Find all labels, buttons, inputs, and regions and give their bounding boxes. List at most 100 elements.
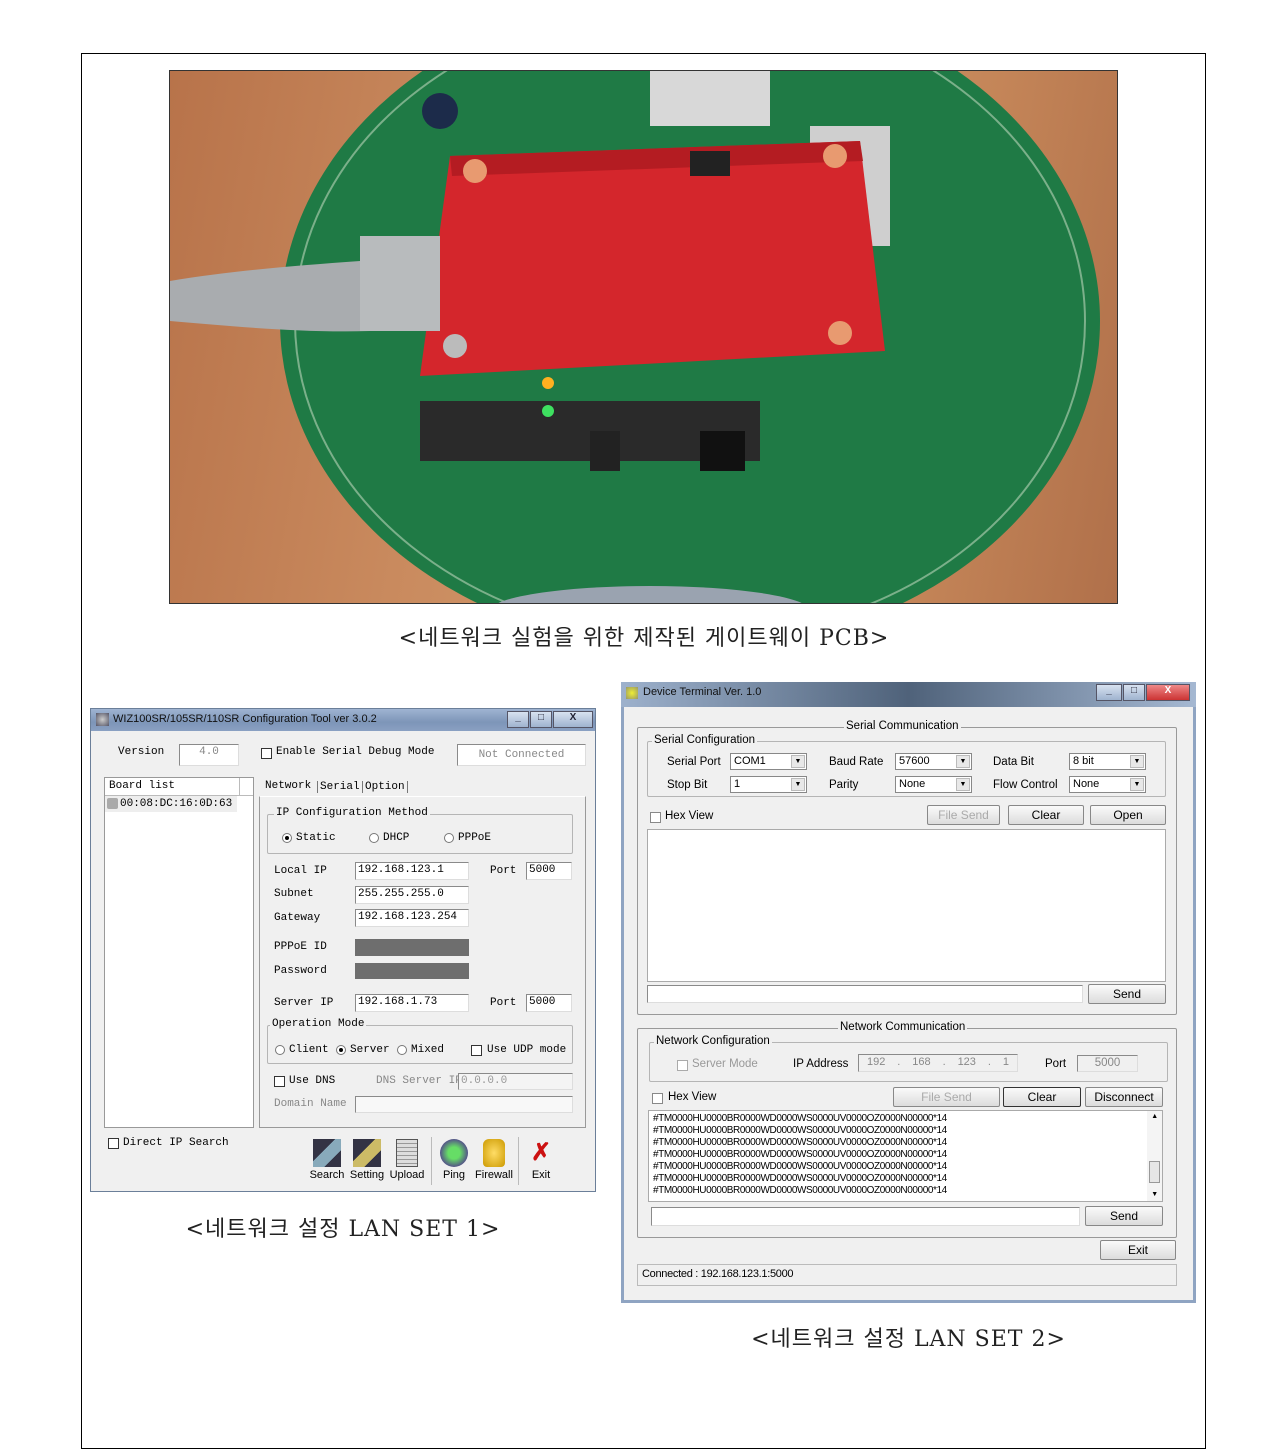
pcb-illustration (170, 71, 1100, 603)
tab-network[interactable]: Network (265, 780, 311, 792)
config-tool-window: WIZ100SR/105SR/110SR Configuration Tool … (90, 708, 596, 1192)
ping-button[interactable]: Ping (434, 1139, 474, 1181)
server-port-input[interactable]: 5000 (526, 994, 572, 1012)
serial-config-title: Serial Configuration (652, 734, 758, 746)
debug-mode-label: Enable Serial Debug Mode (276, 746, 435, 758)
log-line: #TM0000HU0000BR0000WD0000WS0000UV0000OZ0… (653, 1161, 947, 1172)
direct-ip-label: Direct IP Search (123, 1137, 229, 1149)
maximize-button[interactable]: □ (1123, 684, 1145, 701)
password-input (355, 963, 469, 979)
udp-mode-checkbox[interactable] (471, 1045, 482, 1056)
server-ip-input[interactable]: 192.168.1.73 (355, 994, 469, 1012)
open-button[interactable]: Open (1090, 805, 1166, 825)
static-label: Static (296, 832, 336, 844)
subnet-input[interactable]: 255.255.255.0 (355, 886, 469, 904)
serial-receive-area[interactable] (647, 829, 1166, 982)
photo-caption: <네트워크 실험을 위한 제작된 게이트웨이 PCB> (398, 626, 890, 651)
network-comm-title: Network Communication (838, 1021, 968, 1033)
serial-comm-title: Serial Communication (844, 720, 961, 732)
gateway-input[interactable]: 192.168.123.254 (355, 909, 469, 927)
board-icon (107, 798, 118, 809)
pppoe-radio[interactable] (444, 833, 454, 843)
serial-port-label: Serial Port (667, 756, 721, 768)
debug-mode-checkbox[interactable] (261, 748, 272, 759)
data-bit-select[interactable]: 8 bit ▼ (1069, 753, 1146, 770)
stop-bit-select[interactable]: 1 ▼ (730, 776, 807, 793)
exit-button[interactable]: Exit (1100, 1240, 1176, 1260)
parity-label: Parity (829, 779, 859, 791)
minimize-button[interactable]: _ (507, 711, 529, 728)
serial-clear-button[interactable]: Clear (1008, 805, 1084, 825)
disconnect-button[interactable]: Disconnect (1085, 1087, 1163, 1107)
maximize-button[interactable]: □ (530, 711, 552, 728)
exit-button[interactable]: ✗ Exit (521, 1139, 561, 1181)
client-radio[interactable] (275, 1045, 285, 1055)
domain-name-input[interactable] (355, 1096, 573, 1113)
server-mode-checkbox[interactable] (677, 1060, 688, 1071)
server-port-label: Port (490, 997, 517, 1009)
local-port-input[interactable]: 5000 (526, 862, 572, 880)
parity-select[interactable]: None ▼ (895, 776, 972, 793)
local-ip-input[interactable]: 192.168.123.1 (355, 862, 469, 880)
tab-option[interactable]: Option (363, 781, 408, 793)
tab-serial[interactable]: Serial (317, 781, 363, 793)
local-ip-label: Local IP (274, 865, 327, 877)
network-send-button[interactable]: Send (1085, 1206, 1163, 1226)
version-field: 4.0 (179, 744, 239, 766)
data-bit-label: Data Bit (993, 756, 1034, 768)
mixed-radio[interactable] (397, 1045, 407, 1055)
dropdown-arrow-icon: ▼ (956, 778, 970, 791)
scroll-thumb[interactable] (1149, 1161, 1160, 1183)
serial-send-input[interactable] (647, 985, 1083, 1003)
operation-mode-title: Operation Mode (270, 1018, 367, 1030)
ip-address-field[interactable]: 192. 168. 123. 1 (858, 1054, 1018, 1072)
use-dns-checkbox[interactable] (274, 1076, 285, 1087)
close-button[interactable]: X (553, 711, 593, 728)
toolbar-separator (518, 1137, 519, 1185)
dns-server-label: DNS Server IP (376, 1075, 462, 1087)
setting-icon (353, 1139, 381, 1167)
serial-hex-view-checkbox[interactable] (650, 812, 661, 823)
dhcp-label: DHCP (383, 832, 410, 844)
baud-rate-select[interactable]: 57600 ▼ (895, 753, 972, 770)
network-hex-view-checkbox[interactable] (652, 1093, 663, 1104)
exit-x-icon: ✗ (530, 1139, 552, 1166)
serial-port-select[interactable]: COM1 ▼ (730, 753, 807, 770)
network-clear-button[interactable]: Clear (1003, 1087, 1081, 1107)
scroll-up-icon: ▲ (1151, 1113, 1158, 1120)
network-hex-view-label: Hex View (668, 1091, 717, 1103)
server-radio[interactable] (336, 1045, 346, 1055)
lan2-caption: <네트워크 설정 LAN SET 2> (751, 1327, 1066, 1352)
search-button[interactable]: Search (307, 1139, 347, 1181)
board-list-item[interactable]: 00:08:DC:16:0D:63 (105, 796, 237, 812)
pppoe-id-input (355, 939, 469, 956)
dns-server-input[interactable]: 0.0.0.0 (458, 1073, 573, 1090)
network-log-area[interactable]: #TM0000HU0000BR0000WD0000WS0000UV0000OZ0… (648, 1110, 1163, 1202)
board-list[interactable]: Board list 00:08:DC:16:0D:63 (104, 777, 254, 1128)
board-list-header: Board list (109, 780, 176, 792)
minimize-button[interactable]: _ (1096, 684, 1122, 701)
server-label: Server (350, 1044, 390, 1056)
password-label: Password (274, 965, 327, 977)
network-file-send-button[interactable]: File Send (893, 1087, 1000, 1107)
dropdown-arrow-icon: ▼ (1130, 755, 1144, 768)
server-ip-label: Server IP (274, 997, 334, 1009)
mixed-label: Mixed (411, 1044, 445, 1056)
serial-file-send-button[interactable]: File Send (927, 805, 1000, 825)
baud-rate-label: Baud Rate (829, 756, 884, 768)
ping-check-icon (440, 1139, 468, 1167)
udp-mode-label: Use UDP mode (487, 1044, 567, 1056)
close-button[interactable]: X (1146, 684, 1190, 701)
log-scrollbar[interactable]: ▲ ▼ (1147, 1111, 1162, 1201)
upload-button[interactable]: Upload (387, 1139, 427, 1181)
flow-control-select[interactable]: None ▼ (1069, 776, 1146, 793)
firewall-button[interactable]: Firewall (474, 1139, 514, 1181)
log-line: #TM0000HU0000BR0000WD0000WS0000UV0000OZ0… (653, 1173, 947, 1184)
network-send-input[interactable] (651, 1207, 1080, 1226)
direct-ip-checkbox[interactable] (108, 1138, 119, 1149)
serial-send-button[interactable]: Send (1088, 984, 1166, 1004)
network-port-input[interactable]: 5000 (1077, 1055, 1138, 1072)
dhcp-radio[interactable] (369, 833, 379, 843)
static-radio[interactable] (282, 833, 292, 843)
setting-button[interactable]: Setting (347, 1139, 387, 1181)
